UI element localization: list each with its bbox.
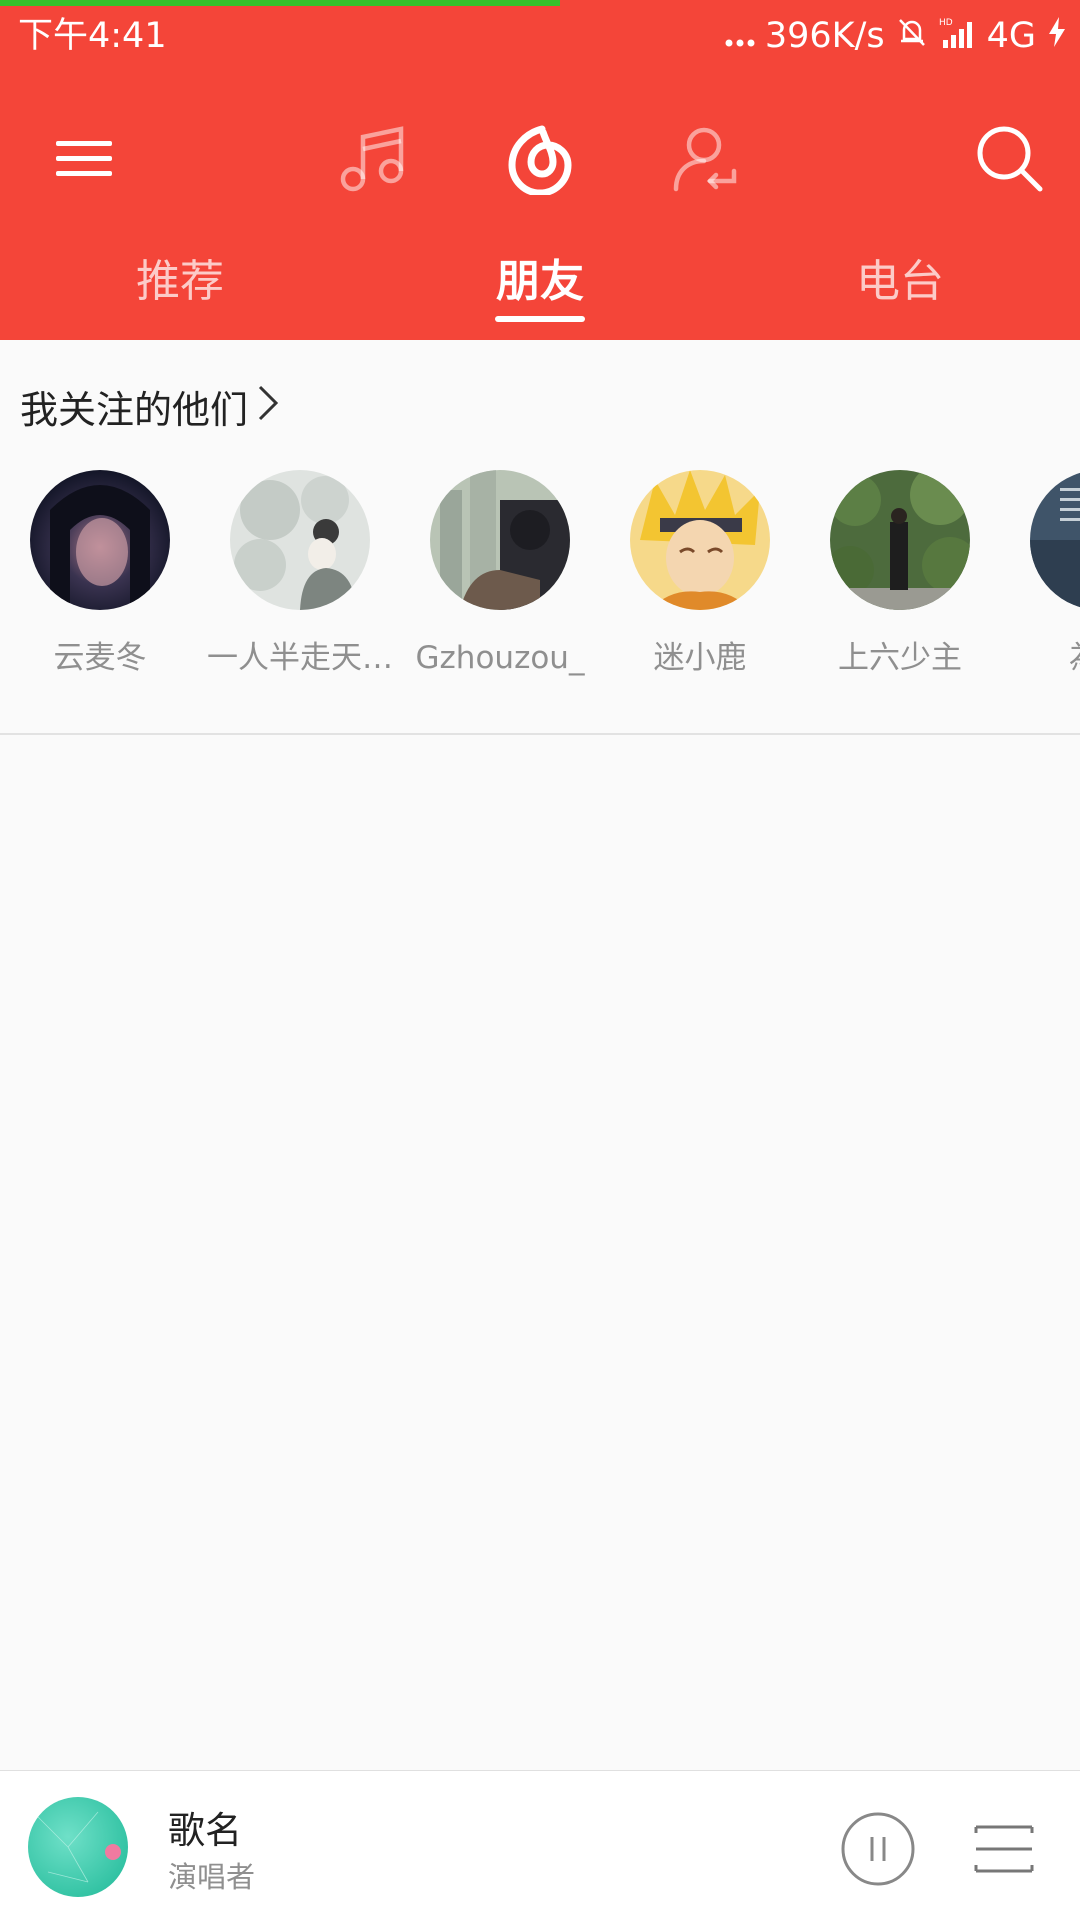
song-title: 歌名 (168, 1809, 242, 1852)
album-cover (28, 1797, 128, 1897)
net-speed: 396K/s (764, 16, 885, 56)
following-header[interactable]: 我关注的他们 (20, 382, 280, 438)
friend-name: 為誰 (1000, 636, 1080, 680)
search-button[interactable] (950, 96, 1070, 226)
avatar (430, 470, 570, 610)
user-refresh-icon (670, 123, 742, 199)
pause-button[interactable] (840, 1811, 916, 1887)
tab-bar: 推荐 朋友 电台 (0, 250, 1080, 330)
avatar (630, 470, 770, 610)
tab-recommend[interactable]: 推荐 (80, 250, 280, 314)
following-title: 我关注的他们 (20, 388, 249, 432)
status-time: 下午4:41 (18, 16, 167, 56)
song-artist: 演唱者 (168, 1860, 256, 1894)
avatar (830, 470, 970, 610)
active-tab-indicator (495, 316, 585, 322)
friend-item[interactable]: 一人半走天… (200, 470, 400, 680)
search-icon (974, 123, 1046, 199)
avatar (230, 470, 370, 610)
svg-text:HD: HD (939, 18, 953, 28)
friend-name: 云麦冬 (53, 640, 147, 676)
section-divider (0, 733, 1080, 735)
friend-item[interactable]: 為誰 (1000, 470, 1080, 680)
friend-item[interactable]: Gzhouzou_ (400, 470, 600, 680)
network-type: 4G (986, 16, 1036, 56)
my-music-button[interactable] (313, 96, 433, 226)
tab-radio[interactable]: 电台 (800, 250, 1000, 314)
playlist-icon (972, 1825, 1036, 1885)
friend-name: 迷小鹿 (653, 640, 747, 676)
pause-icon (840, 1812, 916, 1891)
status-bar: 下午4:41 396K/s HD 4G (0, 0, 1080, 76)
avatar (1030, 470, 1080, 610)
more-dots-icon (725, 16, 755, 56)
avatar (30, 470, 170, 610)
following-list: 云麦冬 一人半走天… Gzhouzou_ 迷小鹿 上六少主 (0, 470, 1080, 690)
top-toolbar (0, 96, 1080, 226)
charging-icon (1046, 16, 1068, 57)
app-header: 下午4:41 396K/s HD 4G 推荐 朋友 电台 (0, 0, 1080, 340)
chevron-right-icon (256, 382, 280, 438)
friend-item[interactable]: 迷小鹿 (600, 470, 800, 680)
friend-item[interactable]: 上六少主 (800, 470, 1000, 680)
status-indicators: 396K/s HD 4G (725, 14, 1068, 58)
friends-button[interactable] (646, 96, 766, 226)
music-note-icon (337, 123, 409, 199)
menu-button[interactable] (24, 96, 144, 226)
friend-name: 一人半走天… (207, 640, 393, 676)
silent-bell-icon (895, 15, 929, 58)
discover-button[interactable] (480, 96, 600, 226)
friend-name: Gzhouzou_ (415, 640, 585, 676)
tab-friends[interactable]: 朋友 (440, 250, 640, 314)
signal-icon: HD (939, 16, 977, 57)
netease-cloud-music-logo-icon (506, 123, 574, 199)
hamburger-menu-icon (56, 139, 112, 183)
friend-item[interactable]: 云麦冬 (0, 470, 200, 680)
friend-name: 上六少主 (838, 640, 962, 676)
mini-player[interactable]: 歌名 演唱者 (0, 1770, 1080, 1921)
playlist-button[interactable] (972, 1817, 1036, 1881)
